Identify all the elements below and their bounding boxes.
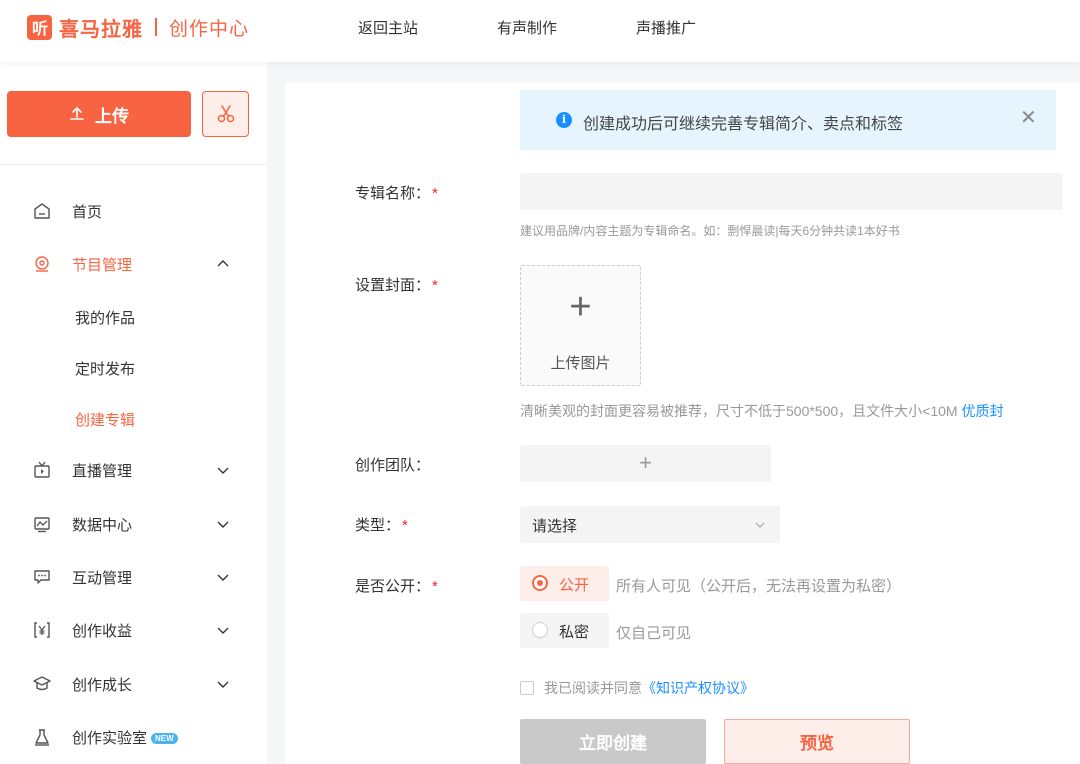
sidebar-item-label: 创作收益 [72,622,133,640]
sidebar-item-home[interactable]: 首页 [0,191,267,231]
agreement: 我已阅读并同意 《知识产权协议》 [520,678,754,698]
sidebar: 上传 首页 节目管理 我的作品 定时发布 创建专辑 直播管理 数据中心 互动管理… [0,62,267,764]
sidebar-item-live[interactable]: 直播管理 [0,450,267,490]
radio-public[interactable]: 公开 [520,566,609,601]
nav-audio-production[interactable]: 有声制作 [497,17,557,38]
create-album-form: i 创建成功后可继续完善专辑简介、卖点和标签 ✕ 专辑名称： * 建议用品牌/内容… [285,82,1080,764]
cover-upload-label: 上传图片 [550,355,611,372]
program-icon [32,254,52,274]
required-mark: * [402,517,408,534]
radio-unchecked-icon [532,622,548,638]
sidebar-divider [0,164,267,165]
sidebar-item-program[interactable]: 节目管理 [0,244,267,284]
notice-text: 创建成功后可继续完善专辑简介、卖点和标签 [583,116,904,133]
chevron-down-icon [216,517,230,531]
sidebar-item-label: 节目管理 [72,256,133,274]
team-label: 创作团队： [355,457,431,474]
cover-upload-box[interactable]: + 上传图片 [520,265,641,386]
chevron-down-icon [216,623,230,637]
sidebar-item-data[interactable]: 数据中心 [0,504,267,544]
sub-brand-name: 创作中心 [169,18,250,40]
radio-private-label: 私密 [559,624,590,641]
info-notice: i 创建成功后可继续完善专辑简介、卖点和标签 ✕ [520,90,1056,150]
radio-private[interactable]: 私密 [520,613,609,648]
public-desc: 所有人可见（公开后，无法再设置为私密） [616,578,902,595]
clip-button[interactable] [202,91,249,137]
public-label: 是否公开： * [355,578,438,595]
close-icon[interactable]: ✕ [1020,107,1037,129]
chart-icon [32,514,52,534]
sidebar-item-interact[interactable]: 互动管理 [0,557,267,597]
yen-icon [32,620,52,640]
chat-icon [32,567,52,587]
nav-back-to-main[interactable]: 返回主站 [358,17,418,38]
sidebar-subitem-scheduled[interactable]: 定时发布 [75,358,135,379]
album-name-hint: 建议用品牌/内容主题为专辑命名。如：剽悍晨读|每天6分钟共读1本好书 [520,224,900,238]
create-now-button[interactable]: 立即创建 [520,719,706,764]
sidebar-item-label: 创作成长 [72,676,133,694]
album-name-input[interactable] [520,173,1063,210]
ip-agreement-link[interactable]: 《知识产权协议》 [642,678,754,698]
chevron-up-icon [216,257,230,271]
required-mark: * [432,185,438,202]
upload-icon [70,107,84,120]
top-header: 听 喜马拉雅 创作中心 返回主站 有声制作 声播推广 [0,0,1080,62]
radio-checked-icon [532,575,548,591]
sidebar-item-label: 首页 [72,203,103,221]
sidebar-item-label: 互动管理 [72,569,133,587]
type-select-value: 请选择 [532,518,578,535]
lab-label: 创作实验室 [72,729,148,747]
cover-hint: 清晰美观的封面更容易被推荐，尺寸不低于500*500，且文件大小<10M 优质封 [520,403,1004,419]
chevron-down-icon [216,570,230,584]
agree-text: 我已阅读并同意 [544,680,642,696]
sidebar-subitem-my-works[interactable]: 我的作品 [75,307,135,328]
required-mark: * [432,277,438,294]
logo-mark: 听 [27,14,52,40]
new-badge: NEW [151,733,178,745]
logo-separator [155,18,157,36]
flask-icon [32,727,52,747]
required-mark: * [432,578,438,595]
album-name-label: 专辑名称： * [355,185,438,202]
sidebar-item-label: 直播管理 [72,462,133,480]
chevron-down-icon [216,463,230,477]
preview-button[interactable]: 预览 [724,719,910,764]
info-icon: i [556,112,572,128]
type-label: 类型： * [355,517,408,534]
home-icon [32,201,52,221]
nav-promotion[interactable]: 声播推广 [636,17,696,38]
graduation-cap-icon [32,674,52,694]
sidebar-item-label: 数据中心 [72,516,133,534]
sidebar-item-income[interactable]: 创作收益 [0,610,267,650]
agree-checkbox[interactable] [520,681,534,695]
upload-label: 上传 [95,106,129,126]
type-select[interactable]: 请选择 [520,506,780,543]
tv-icon [32,460,52,480]
upload-button[interactable]: 上传 [7,91,191,137]
sidebar-item-label: 创作实验室 NEW [72,727,178,748]
scissors-icon [217,105,234,123]
plus-icon: + [639,450,652,475]
plus-icon: + [569,286,592,328]
chevron-down-icon [216,677,230,691]
sidebar-item-lab[interactable]: 创作实验室 NEW [0,717,267,757]
sidebar-item-growth[interactable]: 创作成长 [0,664,267,704]
brand-name: 喜马拉雅 [59,18,143,41]
add-team-button[interactable]: + [520,445,771,482]
cover-label: 设置封面： * [355,277,438,294]
logo[interactable]: 听 喜马拉雅 创作中心 [27,13,249,41]
private-desc: 仅自己可见 [616,625,692,642]
sidebar-subitem-create-album[interactable]: 创建专辑 [75,409,135,430]
quality-cover-link[interactable]: 优质封 [961,403,1003,419]
radio-public-label: 公开 [559,577,590,594]
chevron-down-icon [755,522,765,528]
